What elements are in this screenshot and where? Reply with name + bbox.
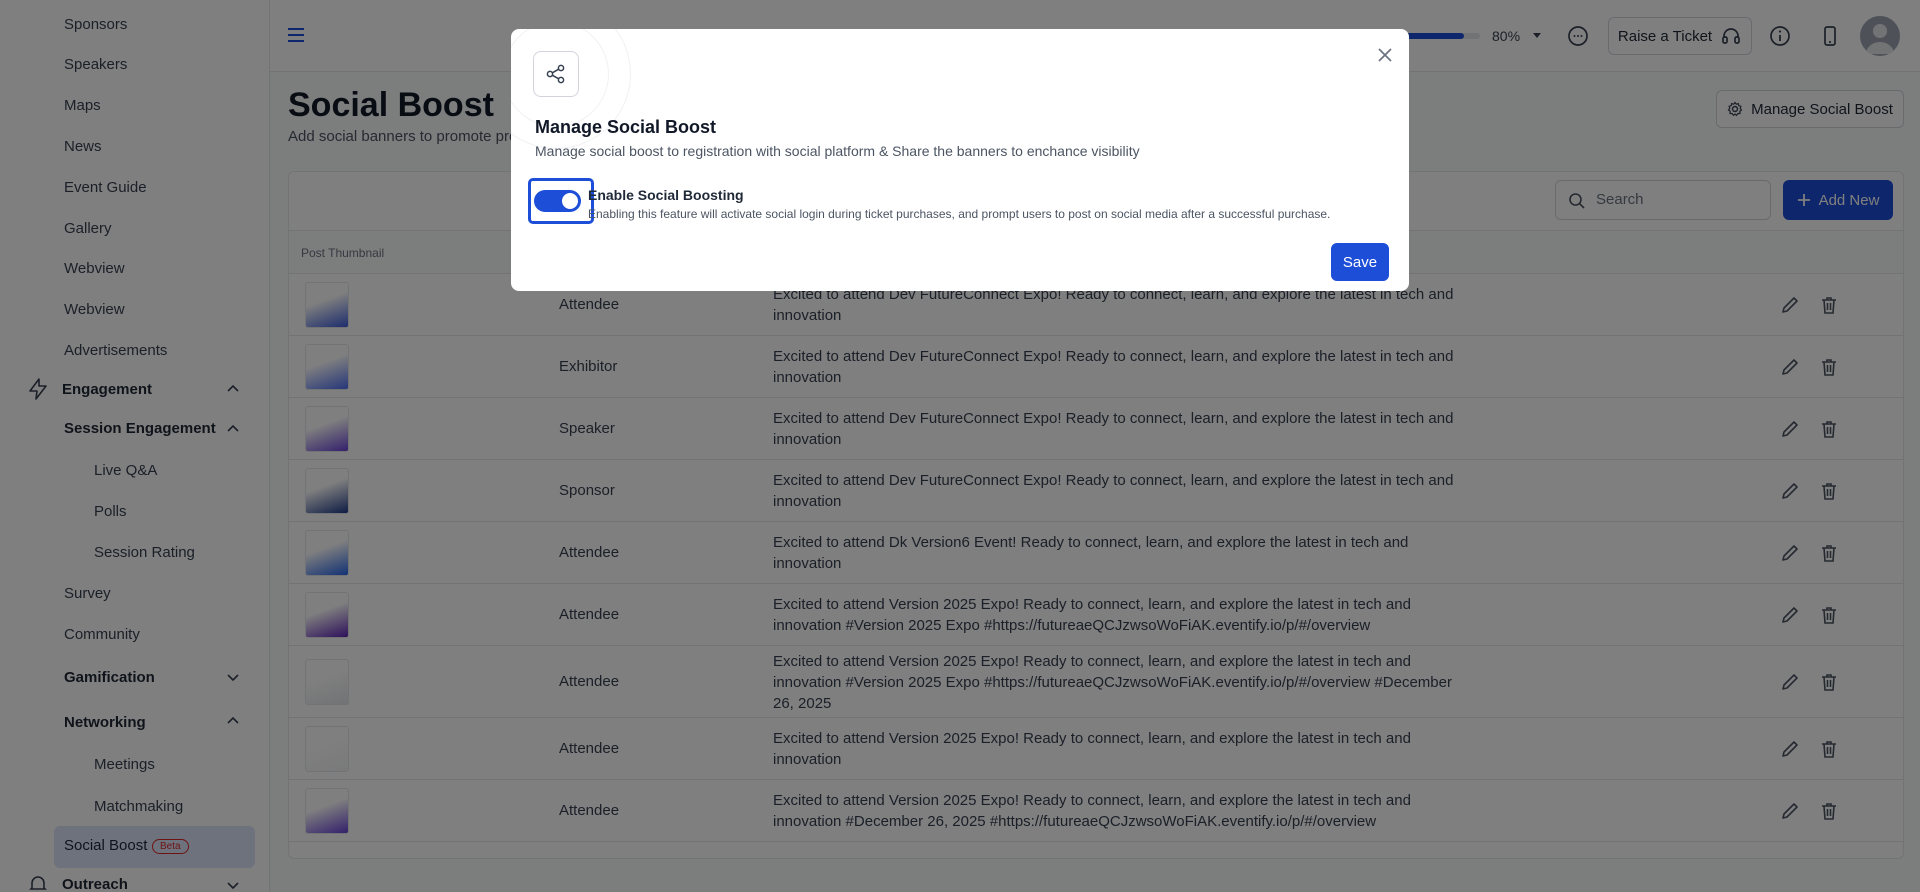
toggle-knob — [562, 193, 578, 209]
share-icon — [546, 64, 565, 84]
manage-social-boost-modal: Manage Social Boost Manage social boost … — [511, 29, 1409, 291]
save-button[interactable]: Save — [1331, 243, 1389, 281]
modal-subtitle: Manage social boost to registration with… — [535, 143, 1140, 159]
share-icon-container — [533, 51, 579, 97]
toggle-label: Enable Social Boosting — [588, 187, 744, 203]
toggle-description: Enabling this feature will activate soci… — [588, 207, 1331, 221]
enable-social-boosting-toggle[interactable] — [534, 190, 581, 212]
modal-title: Manage Social Boost — [535, 117, 717, 137]
close-icon[interactable] — [1375, 45, 1395, 65]
